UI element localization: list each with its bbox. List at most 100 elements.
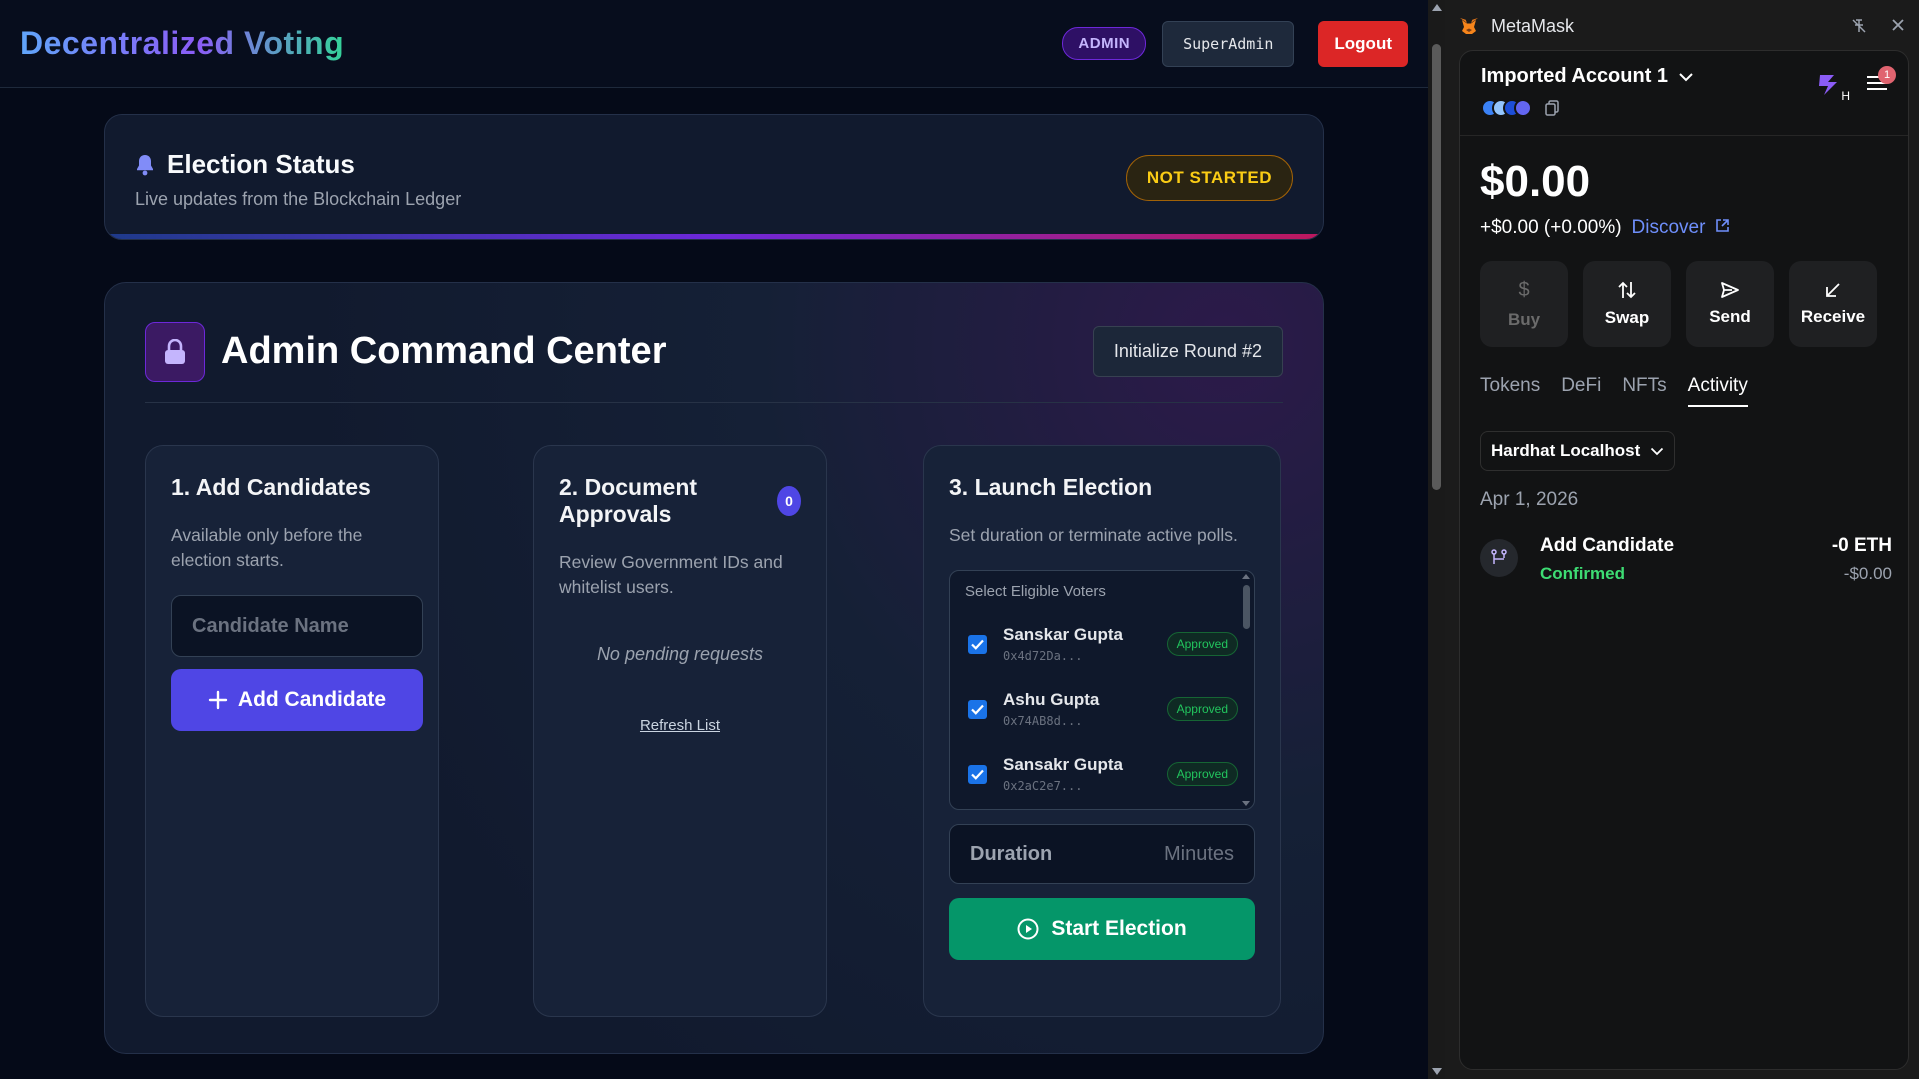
approved-badge: Approved bbox=[1166, 632, 1238, 656]
admin-command-center: Admin Command Center Initialize Round #2… bbox=[104, 282, 1324, 1054]
voting-app: Decentralized Voting ADMIN SuperAdmin Lo… bbox=[0, 0, 1428, 1079]
chevron-down-icon bbox=[1651, 447, 1664, 455]
unpin-icon[interactable] bbox=[1851, 18, 1867, 34]
transaction-item[interactable]: Add Candidate Confirmed -0 ETH -$0.00 bbox=[1480, 535, 1892, 595]
document-approvals-heading: 2. Document Approvals 0 bbox=[559, 474, 801, 528]
voter-checkbox[interactable] bbox=[968, 634, 987, 654]
refresh-list-link[interactable]: Refresh List bbox=[559, 717, 801, 734]
wallet-header-actions: H 1 bbox=[1816, 65, 1896, 103]
metamask-titlebar: MetaMask bbox=[1445, 0, 1919, 52]
buy-label: Buy bbox=[1507, 309, 1541, 329]
list-scroll-down-arrow[interactable] bbox=[1242, 801, 1250, 806]
voter-row[interactable]: Sanskar Gupta 0x4d72Da... Approved bbox=[968, 617, 1238, 671]
logout-button[interactable]: Logout bbox=[1318, 20, 1408, 67]
receive-label: Receive bbox=[1800, 307, 1866, 326]
document-approvals-panel: 2. Document Approvals 0 Review Governmen… bbox=[533, 445, 827, 1017]
transaction-amount: -0 ETH bbox=[1831, 535, 1892, 556]
swap-button[interactable]: Swap bbox=[1583, 261, 1671, 347]
app-brand[interactable]: Decentralized Voting bbox=[20, 25, 344, 62]
account-avatar[interactable]: H bbox=[1816, 71, 1850, 103]
account-name: Imported Account 1 bbox=[1481, 65, 1669, 87]
notification-badge: 1 bbox=[1878, 65, 1896, 84]
duration-input[interactable]: Duration Minutes bbox=[949, 824, 1255, 884]
voter-checkbox[interactable] bbox=[968, 699, 987, 719]
approved-badge: Approved bbox=[1166, 762, 1238, 786]
bell-icon bbox=[137, 154, 153, 175]
activity-date: Apr 1, 2026 bbox=[1480, 489, 1579, 510]
send-button[interactable]: Send bbox=[1686, 261, 1774, 347]
voter-name: Ashu Gupta bbox=[1003, 690, 1100, 709]
voter-checkbox[interactable] bbox=[968, 764, 987, 784]
tab-tokens[interactable]: Tokens bbox=[1480, 375, 1540, 407]
top-navbar: Decentralized Voting ADMIN SuperAdmin Lo… bbox=[0, 0, 1428, 88]
discover-link[interactable]: Discover bbox=[1632, 217, 1730, 239]
voter-address: 0x2aC2e7... bbox=[1003, 779, 1083, 793]
tab-defi[interactable]: DeFi bbox=[1561, 375, 1601, 407]
plus-icon bbox=[208, 690, 228, 710]
list-scroll-up-arrow[interactable] bbox=[1242, 574, 1250, 579]
wallet-balance: $0.00 bbox=[1480, 157, 1591, 206]
start-election-button[interactable]: Start Election bbox=[949, 898, 1255, 960]
wallet-action-buttons: $ Buy Swap Send Receive bbox=[1480, 261, 1877, 347]
tab-activity[interactable]: Activity bbox=[1687, 375, 1748, 407]
buy-button[interactable]: $ Buy bbox=[1480, 261, 1568, 347]
header-divider bbox=[1460, 135, 1908, 136]
account-selector[interactable]: Imported Account 1 bbox=[1481, 65, 1694, 88]
election-status-title: Election Status bbox=[167, 149, 355, 179]
send-label: Send bbox=[1709, 307, 1751, 326]
tab-nfts[interactable]: NFTs bbox=[1622, 375, 1666, 407]
candidate-name-input[interactable] bbox=[171, 595, 423, 657]
add-candidate-button-label: Add Candidate bbox=[237, 688, 387, 711]
election-status-subtitle: Live updates from the Blockchain Ledger bbox=[135, 189, 462, 209]
menu-button[interactable]: 1 bbox=[1866, 65, 1896, 97]
receive-icon bbox=[1826, 283, 1840, 297]
add-candidates-title: 1. Add Candidates bbox=[171, 474, 371, 500]
command-center-header: Admin Command Center Initialize Round #2 bbox=[145, 321, 1283, 403]
duration-unit: Minutes bbox=[1163, 842, 1234, 865]
add-candidates-description: Available only before the election start… bbox=[171, 525, 363, 570]
swap-icon bbox=[1618, 281, 1636, 299]
metamask-fox-icon bbox=[1460, 18, 1478, 34]
page-scroll-up-arrow[interactable] bbox=[1432, 4, 1442, 11]
voter-row[interactable]: Sansakr Gupta 0x2aC2e7... Approved bbox=[968, 747, 1238, 801]
pending-count-badge: 0 bbox=[777, 486, 801, 516]
no-pending-requests-text: No pending requests bbox=[596, 644, 764, 664]
approved-badge: Approved bbox=[1166, 697, 1238, 721]
voter-name: Sansakr Gupta bbox=[1003, 755, 1123, 774]
page-scrollbar[interactable] bbox=[1428, 0, 1445, 1079]
close-icon[interactable] bbox=[1891, 18, 1905, 32]
swap-label: Swap bbox=[1604, 308, 1650, 327]
election-status-heading: Election Status bbox=[135, 149, 355, 180]
receive-button[interactable]: Receive bbox=[1789, 261, 1877, 347]
wallet-tabs: Tokens DeFi NFTs Activity bbox=[1480, 375, 1748, 407]
play-circle-icon bbox=[1017, 918, 1039, 940]
network-selector[interactable]: Hardhat Localhost bbox=[1480, 431, 1676, 471]
copy-icon[interactable] bbox=[1545, 100, 1559, 116]
network-icons[interactable] bbox=[1481, 99, 1559, 117]
contract-interaction-icon bbox=[1480, 539, 1518, 577]
add-candidates-panel: 1. Add Candidates Available only before … bbox=[145, 445, 439, 1017]
duration-label: Duration bbox=[970, 842, 1053, 865]
titlebar-controls bbox=[1851, 18, 1905, 34]
checkmark-icon bbox=[971, 639, 984, 650]
metamask-wallet-body: Imported Account 1 H 1 $0.00 +$0.00 (+0.… bbox=[1459, 50, 1909, 1070]
status-gradient-bar bbox=[105, 234, 1323, 239]
eligible-voters-list[interactable]: Select Eligible Voters Sanskar Gupta 0x4… bbox=[949, 570, 1255, 810]
transaction-status: Confirmed bbox=[1540, 564, 1625, 583]
page-scroll-down-arrow[interactable] bbox=[1432, 1068, 1442, 1075]
role-badge: ADMIN bbox=[1062, 27, 1147, 60]
voters-list-scrollbar[interactable] bbox=[1243, 585, 1250, 629]
network-dot-icon bbox=[1514, 99, 1532, 117]
election-state-badge: NOT STARTED bbox=[1125, 155, 1293, 201]
voter-address: 0x4d72Da... bbox=[1003, 649, 1083, 663]
page-scroll-thumb[interactable] bbox=[1432, 44, 1441, 490]
initialize-round-button[interactable]: Initialize Round #2 bbox=[1092, 326, 1283, 377]
discover-label: Discover bbox=[1631, 217, 1706, 238]
launch-election-description: Set duration or terminate active polls. bbox=[949, 525, 1238, 545]
balance-change: +$0.00 (+0.00%) bbox=[1480, 217, 1622, 238]
balance-change-row: +$0.00 (+0.00%) Discover bbox=[1480, 217, 1730, 239]
add-candidate-button[interactable]: Add Candidate bbox=[171, 669, 423, 731]
navbar-actions: ADMIN SuperAdmin Logout bbox=[1062, 20, 1408, 67]
launch-election-panel: 3. Launch Election Set duration or termi… bbox=[923, 445, 1281, 1017]
voter-row[interactable]: Ashu Gupta 0x74AB8d... Approved bbox=[968, 682, 1238, 736]
